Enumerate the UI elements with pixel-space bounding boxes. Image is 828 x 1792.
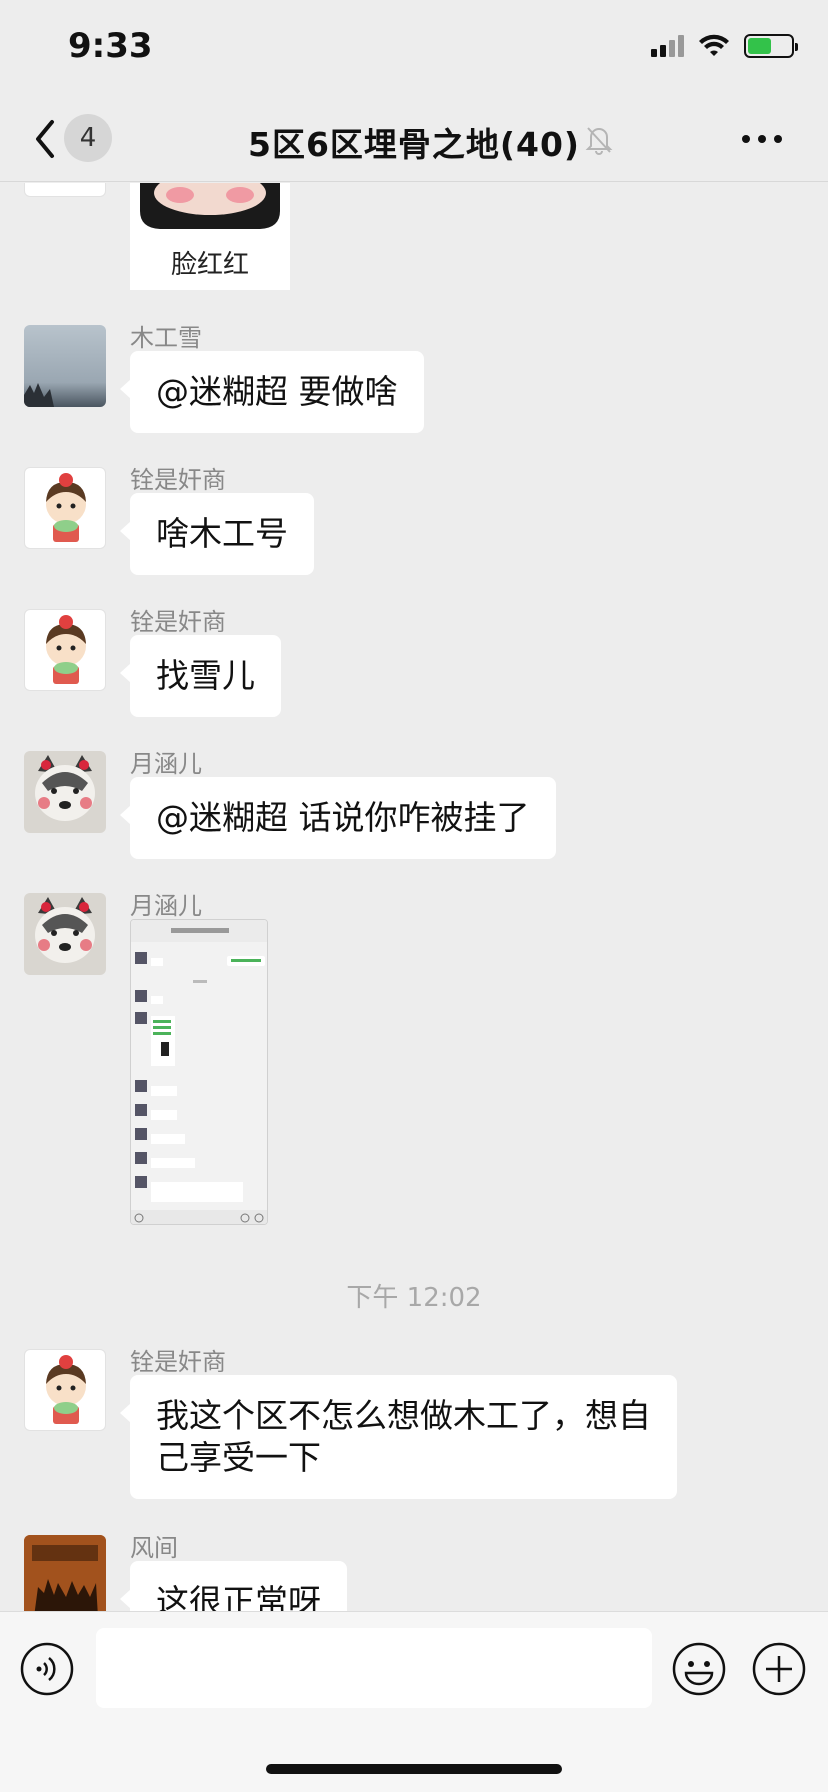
plus-icon (752, 1642, 806, 1696)
message-bubble[interactable]: 我这个区不怎么想做木工了，想自 己享受一下 (120, 1375, 677, 1499)
sender-name: 月涵儿 (130, 892, 202, 920)
sender-name: 风间 (130, 1534, 178, 1562)
avatar-one-piece-image (24, 1535, 106, 1611)
more-dots-icon (742, 135, 750, 143)
message-line: 己享受一下 (156, 1438, 321, 1477)
battery-icon (744, 34, 798, 58)
sticker-image[interactable]: 脸红红 (130, 183, 290, 290)
avatar-girl-image (46, 473, 86, 542)
message-bubble[interactable]: 这很正常呀 (120, 1561, 347, 1611)
plus-button[interactable] (752, 1642, 806, 1696)
message-bubble[interactable]: @迷糊超 要做啥 (120, 351, 424, 433)
avatar[interactable] (24, 893, 106, 975)
message-bubble[interactable]: 找雪儿 (120, 635, 281, 717)
emoji-button[interactable] (672, 1642, 726, 1696)
cellular-signal-icon (651, 35, 684, 57)
message-bubble[interactable]: 啥木工号 (120, 493, 314, 575)
sticker-caption: 脸红红 (171, 250, 249, 280)
avatar-dog-image (35, 897, 95, 963)
nav-bar: 4 5区6区埋骨之地(40) (0, 96, 828, 182)
message-line: 我这个区不怎么想做木工了，想自 (156, 1396, 651, 1435)
blushing-face-image: 脸红红 (130, 183, 290, 290)
status-bar: 9:33 (0, 0, 828, 96)
message-input[interactable] (96, 1628, 652, 1708)
more-button[interactable] (742, 124, 792, 154)
status-icons (651, 34, 798, 58)
chat-area[interactable]: 脸红红 木工雪 @迷糊超 要做啥 铨是奸商 啥木工号 铨是奸商 找雪儿 月涵儿 … (0, 183, 828, 1611)
chat-screenshot-thumbnail (131, 920, 267, 1224)
sender-name: 木工雪 (130, 324, 202, 352)
status-time: 9:33 (68, 26, 153, 66)
avatar[interactable] (24, 1349, 106, 1431)
chat-title: 5区6区埋骨之地(40) (247, 125, 580, 164)
avatar[interactable] (24, 467, 106, 549)
time-separator: 下午 12:02 (346, 1283, 482, 1313)
bell-off-icon (585, 127, 613, 155)
avatar-sky-image (24, 383, 54, 407)
sender-name: 铨是奸商 (130, 466, 226, 494)
avatar[interactable] (24, 1535, 106, 1611)
emoji-icon (672, 1642, 726, 1696)
avatar-girl-image (46, 615, 86, 684)
home-indicator[interactable] (266, 1764, 562, 1774)
voice-icon (20, 1642, 74, 1696)
sender-name: 铨是奸商 (130, 608, 226, 636)
sender-name: 铨是奸商 (130, 1348, 226, 1376)
voice-button[interactable] (20, 1642, 74, 1696)
avatar[interactable] (24, 609, 106, 691)
message-bubble[interactable]: @迷糊超 话说你咋被挂了 (120, 777, 556, 859)
sender-name: 月涵儿 (130, 750, 202, 778)
wifi-icon (699, 34, 729, 56)
avatar[interactable] (24, 325, 106, 407)
avatar-girl-image (46, 1355, 86, 1424)
screenshot-image[interactable] (130, 919, 268, 1225)
avatar[interactable] (24, 751, 106, 833)
avatar-dog-image (35, 755, 95, 821)
avatar[interactable] (24, 183, 106, 197)
